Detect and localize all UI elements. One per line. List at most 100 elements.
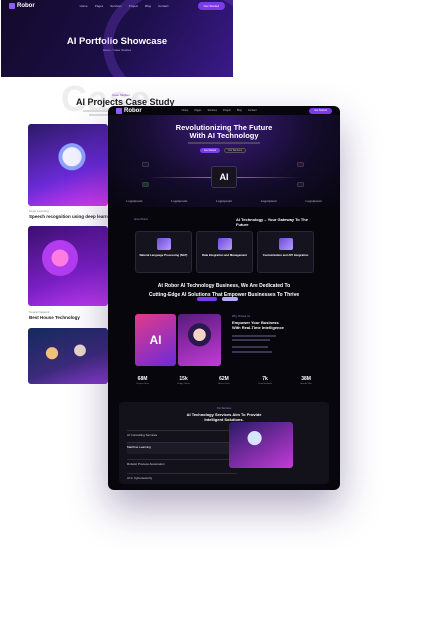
stat-value: 38M [301, 376, 311, 382]
stat-label: Team Members [258, 383, 272, 385]
mission-line: Cutting-Edge AI Solutions That Empower B… [148, 292, 300, 298]
service-item-active[interactable]: Machine Learning [127, 442, 237, 454]
database-icon [218, 238, 232, 250]
feature-card[interactable]: Data Integration and Management [196, 231, 253, 273]
get-started-button[interactable]: Get Started [309, 107, 332, 114]
service-item[interactable]: Robotic Process Automation [127, 459, 237, 466]
page-title: AI Portfolio Showcase [66, 36, 168, 47]
nav-item-pages[interactable]: Pages [95, 4, 104, 8]
get-started-button[interactable]: Get Started [197, 2, 225, 10]
hero-title-line: With AI Technology [189, 131, 259, 140]
project-tag: Neural Network [29, 310, 50, 314]
circuit-line [148, 177, 211, 178]
top-nav: Robor Home Pages Services Project Blog C… [1, 0, 233, 12]
circuit-node [297, 162, 304, 167]
mission-line: At Robor AI Technology Business, We Are … [157, 283, 291, 289]
hero-description [188, 142, 260, 144]
hero-title: Revolutionizing The Future With AI Techn… [108, 124, 340, 140]
partner-logos: Logoipsum Logoipsum Logoipsum Logoipsum … [108, 199, 340, 203]
stat-value: 15k [179, 376, 188, 382]
nav-links: Home Pages Services Project Blog Contact [182, 109, 257, 112]
empower-text-line [232, 335, 276, 337]
hero-banner: Robor Home Pages Services Project Blog C… [1, 0, 233, 77]
stat-item: 68M Projects Done [136, 376, 149, 385]
services-title: AI Technology Services Aim To Provide In… [119, 412, 329, 422]
ai-logo-card: AI [135, 314, 176, 366]
nav-item-home[interactable]: Home [182, 109, 189, 112]
stat-label: Active Users [218, 383, 230, 385]
logo-icon [116, 107, 122, 114]
service-item[interactable]: AI Consulting Services [127, 430, 237, 437]
circuit-line [237, 177, 300, 178]
service-item[interactable]: AI in Cybersecurity [127, 473, 237, 480]
vr-headset-image [178, 314, 221, 366]
api-icon [279, 238, 293, 250]
nav-item-services[interactable]: Services [207, 109, 217, 112]
brand-logo[interactable]: Robor [9, 3, 35, 9]
circuit-node [297, 182, 304, 187]
project-image-people[interactable] [28, 328, 108, 384]
nav-item-contact[interactable]: Contact [158, 4, 168, 8]
empower-title-line: With Real-Time Intelligence [232, 325, 284, 330]
empower-bullet [232, 351, 272, 353]
stat-item: 62M Active Users [218, 376, 229, 385]
partner-logo: Logoipsum [260, 199, 277, 203]
nav-item-blog[interactable]: Blog [237, 109, 242, 112]
nav-links: Home Pages Services Project Blog Contact [80, 4, 169, 8]
brand-name: Robor [124, 107, 142, 114]
stat-label: Projects Done [136, 383, 149, 385]
nav-item-contact[interactable]: Contact [248, 109, 257, 112]
top-nav: Robor Home Pages Services Project Blog C… [108, 106, 340, 115]
empower-bullet [232, 346, 268, 348]
nav-item-project[interactable]: Project [129, 4, 138, 8]
empower-text-line [232, 339, 270, 341]
hero-secondary-button[interactable]: Our Services [224, 148, 246, 153]
stat-item: 7k Team Members [258, 376, 272, 385]
partner-logo: Logoipsum [305, 199, 322, 203]
stat-value: 7k [262, 376, 268, 382]
empower-title: Empower Your Business With Real-Time Int… [232, 320, 322, 330]
homepage-preview: Robor Home Pages Services Project Blog C… [108, 106, 340, 490]
stat-item: 38M Awards Won [300, 376, 311, 385]
showcase-stage: Robor Home Pages Services Project Blog C… [0, 0, 421, 620]
nav-item-home[interactable]: Home [80, 4, 88, 8]
stat-item: 15k Happy Clients [177, 376, 189, 385]
circuit-node [142, 162, 149, 167]
stat-value: 62M [219, 376, 229, 382]
nav-item-pages[interactable]: Pages [194, 109, 201, 112]
services-section: Our Services AI Technology Services Aim … [119, 402, 329, 484]
nav-item-blog[interactable]: Blog [145, 4, 151, 8]
about-title: AI Technology – Your Gateway To The Futu… [236, 217, 308, 227]
partner-logo: Logoipsum [126, 199, 143, 203]
stat-label: Happy Clients [177, 383, 190, 385]
nav-item-services[interactable]: Services [110, 4, 122, 8]
ai-chip-graphic: AI [211, 166, 237, 188]
breadcrumb[interactable]: Home / Case Studies [1, 48, 233, 52]
about-label: About Robor [134, 218, 149, 221]
brand-logo[interactable]: Robor [116, 107, 142, 114]
logo-icon [9, 3, 15, 9]
nav-item-project[interactable]: Project [223, 109, 231, 112]
partner-logo: Logoipsum [171, 199, 188, 203]
hero-primary-button[interactable]: Get Started [200, 148, 220, 153]
nlp-icon [157, 238, 171, 250]
project-title[interactable]: Best House Technology [29, 315, 80, 320]
stats-row: 68M Projects Done 15k Happy Clients 62M Act… [108, 376, 340, 385]
empower-label: Why Choose Us [232, 315, 251, 318]
stat-value: 68M [137, 376, 148, 382]
feature-title: Data Integration and Management [202, 253, 247, 257]
feature-title: Customization and API Integration [262, 253, 309, 257]
feature-card[interactable]: Natural Language Processing (NLP) [135, 231, 192, 273]
project-image-robot[interactable] [28, 124, 108, 206]
stat-label: Awards Won [300, 383, 312, 385]
feature-title: Natural Language Processing (NLP) [139, 253, 188, 257]
partner-logo: Logoipsum [215, 199, 233, 203]
project-title[interactable]: Speech recognition using deep learning [29, 214, 115, 219]
services-label: Our Services [216, 407, 232, 410]
service-image-robot [229, 422, 293, 468]
feature-card[interactable]: Customization and API Integration [257, 231, 314, 273]
project-image-neural-hand[interactable] [28, 226, 108, 306]
circuit-node [142, 182, 149, 187]
services-title-line: Intelligent Solutions. [204, 417, 244, 422]
project-tag: Deep Learning [29, 209, 49, 213]
